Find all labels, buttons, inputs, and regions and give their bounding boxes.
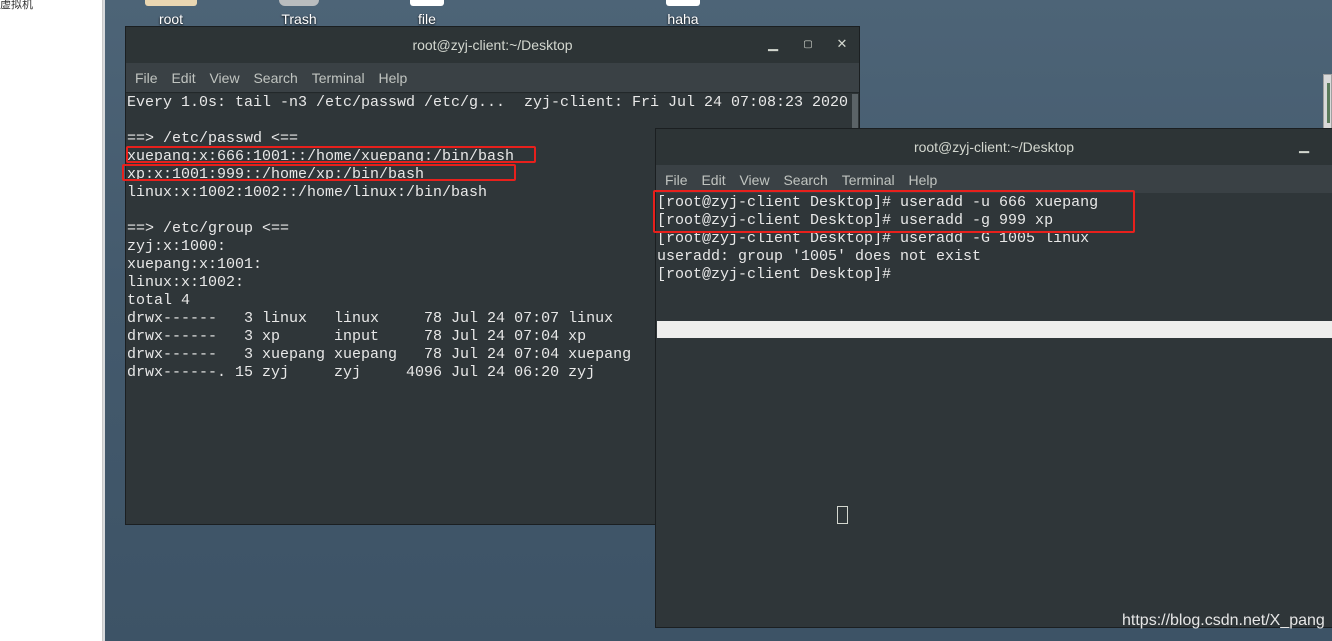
- terminal-screen[interactable]: [root@zyj-client Desktop]# useradd -u 66…: [653, 190, 1332, 627]
- grip-icon: [1327, 83, 1330, 123]
- terminal-line: total 4: [127, 292, 191, 309]
- menu-edit[interactable]: Edit: [171, 63, 195, 93]
- terminal-line: xuepang:x:1001:: [127, 256, 263, 273]
- desktop-icon-label: Trash: [281, 11, 317, 27]
- watch-header-right: zyj-client: Fri Jul 24 07:08:23 2020: [524, 94, 849, 111]
- terminal-line: [root@zyj-client Desktop]#: [657, 266, 892, 283]
- host-strip-label: 虚拟机: [0, 0, 33, 11]
- host-window-strip: 虚拟机: [0, 0, 103, 641]
- terminal-window-shell[interactable]: root@zyj-client:~/Desktop ▁ File Edit Vi…: [653, 128, 1332, 628]
- trash-icon: [279, 0, 319, 6]
- terminal-line: zyj:x:1000:: [127, 238, 227, 255]
- watermark: https://blog.csdn.net/X_pang: [1122, 612, 1325, 629]
- maximize-button[interactable]: ▢: [798, 27, 818, 63]
- terminal-line: useradd: group '1005' does not exist: [657, 248, 982, 265]
- terminal-line: drwx------ 3 xp input 78 Jul 24 07:04 xp: [127, 328, 587, 345]
- terminal-line: drwx------ 3 xuepang xuepang 78 Jul 24 0…: [127, 346, 632, 363]
- watch-header-left: Every 1.0s: tail -n3 /etc/passwd /etc/g.…: [127, 94, 506, 111]
- edge-scroll-widget[interactable]: [1323, 74, 1332, 130]
- terminal-cursor: [837, 506, 848, 524]
- selection-bar: [657, 321, 1332, 338]
- terminal-line: drwx------. 15 zyj zyj 4096 Jul 24 06:20…: [127, 364, 596, 381]
- menu-help[interactable]: Help: [379, 63, 408, 93]
- file-icon: [410, 0, 444, 6]
- menu-view[interactable]: View: [209, 63, 239, 93]
- terminal-menubar: File Edit View Search Terminal Help: [126, 63, 859, 93]
- terminal-titlebar[interactable]: root@zyj-client:~/Desktop ▁: [656, 129, 1332, 165]
- terminal-titlebar[interactable]: root@zyj-client:~/Desktop ▁ ▢ ✕: [126, 27, 859, 63]
- highlight-box: [122, 164, 516, 181]
- terminal-line: linux:x:1002:: [127, 274, 245, 291]
- terminal-line: linux:x:1002:1002::/home/linux:/bin/bash: [127, 184, 488, 201]
- window-title: root@zyj-client:~/Desktop: [913, 139, 1075, 155]
- close-button[interactable]: ✕: [832, 27, 852, 63]
- folder-icon: [145, 0, 197, 6]
- terminal-line: ==> /etc/group <==: [127, 220, 290, 237]
- highlight-box: [653, 190, 1135, 233]
- highlight-box: [126, 146, 536, 163]
- minimize-button[interactable]: ▁: [1294, 129, 1314, 165]
- window-title: root@zyj-client:~/Desktop: [412, 37, 573, 53]
- terminal-line: drwx------ 3 linux linux 78 Jul 24 07:07…: [127, 310, 614, 327]
- desktop-icon-label: root: [158, 11, 184, 27]
- file-icon: [666, 0, 700, 6]
- menu-terminal[interactable]: Terminal: [312, 63, 365, 93]
- minimize-button[interactable]: ▁: [763, 27, 783, 63]
- desktop-icon-label: file: [418, 11, 436, 27]
- menu-search[interactable]: Search: [253, 63, 297, 93]
- menu-file[interactable]: File: [135, 63, 158, 93]
- desktop-icon-label: haha: [667, 11, 699, 27]
